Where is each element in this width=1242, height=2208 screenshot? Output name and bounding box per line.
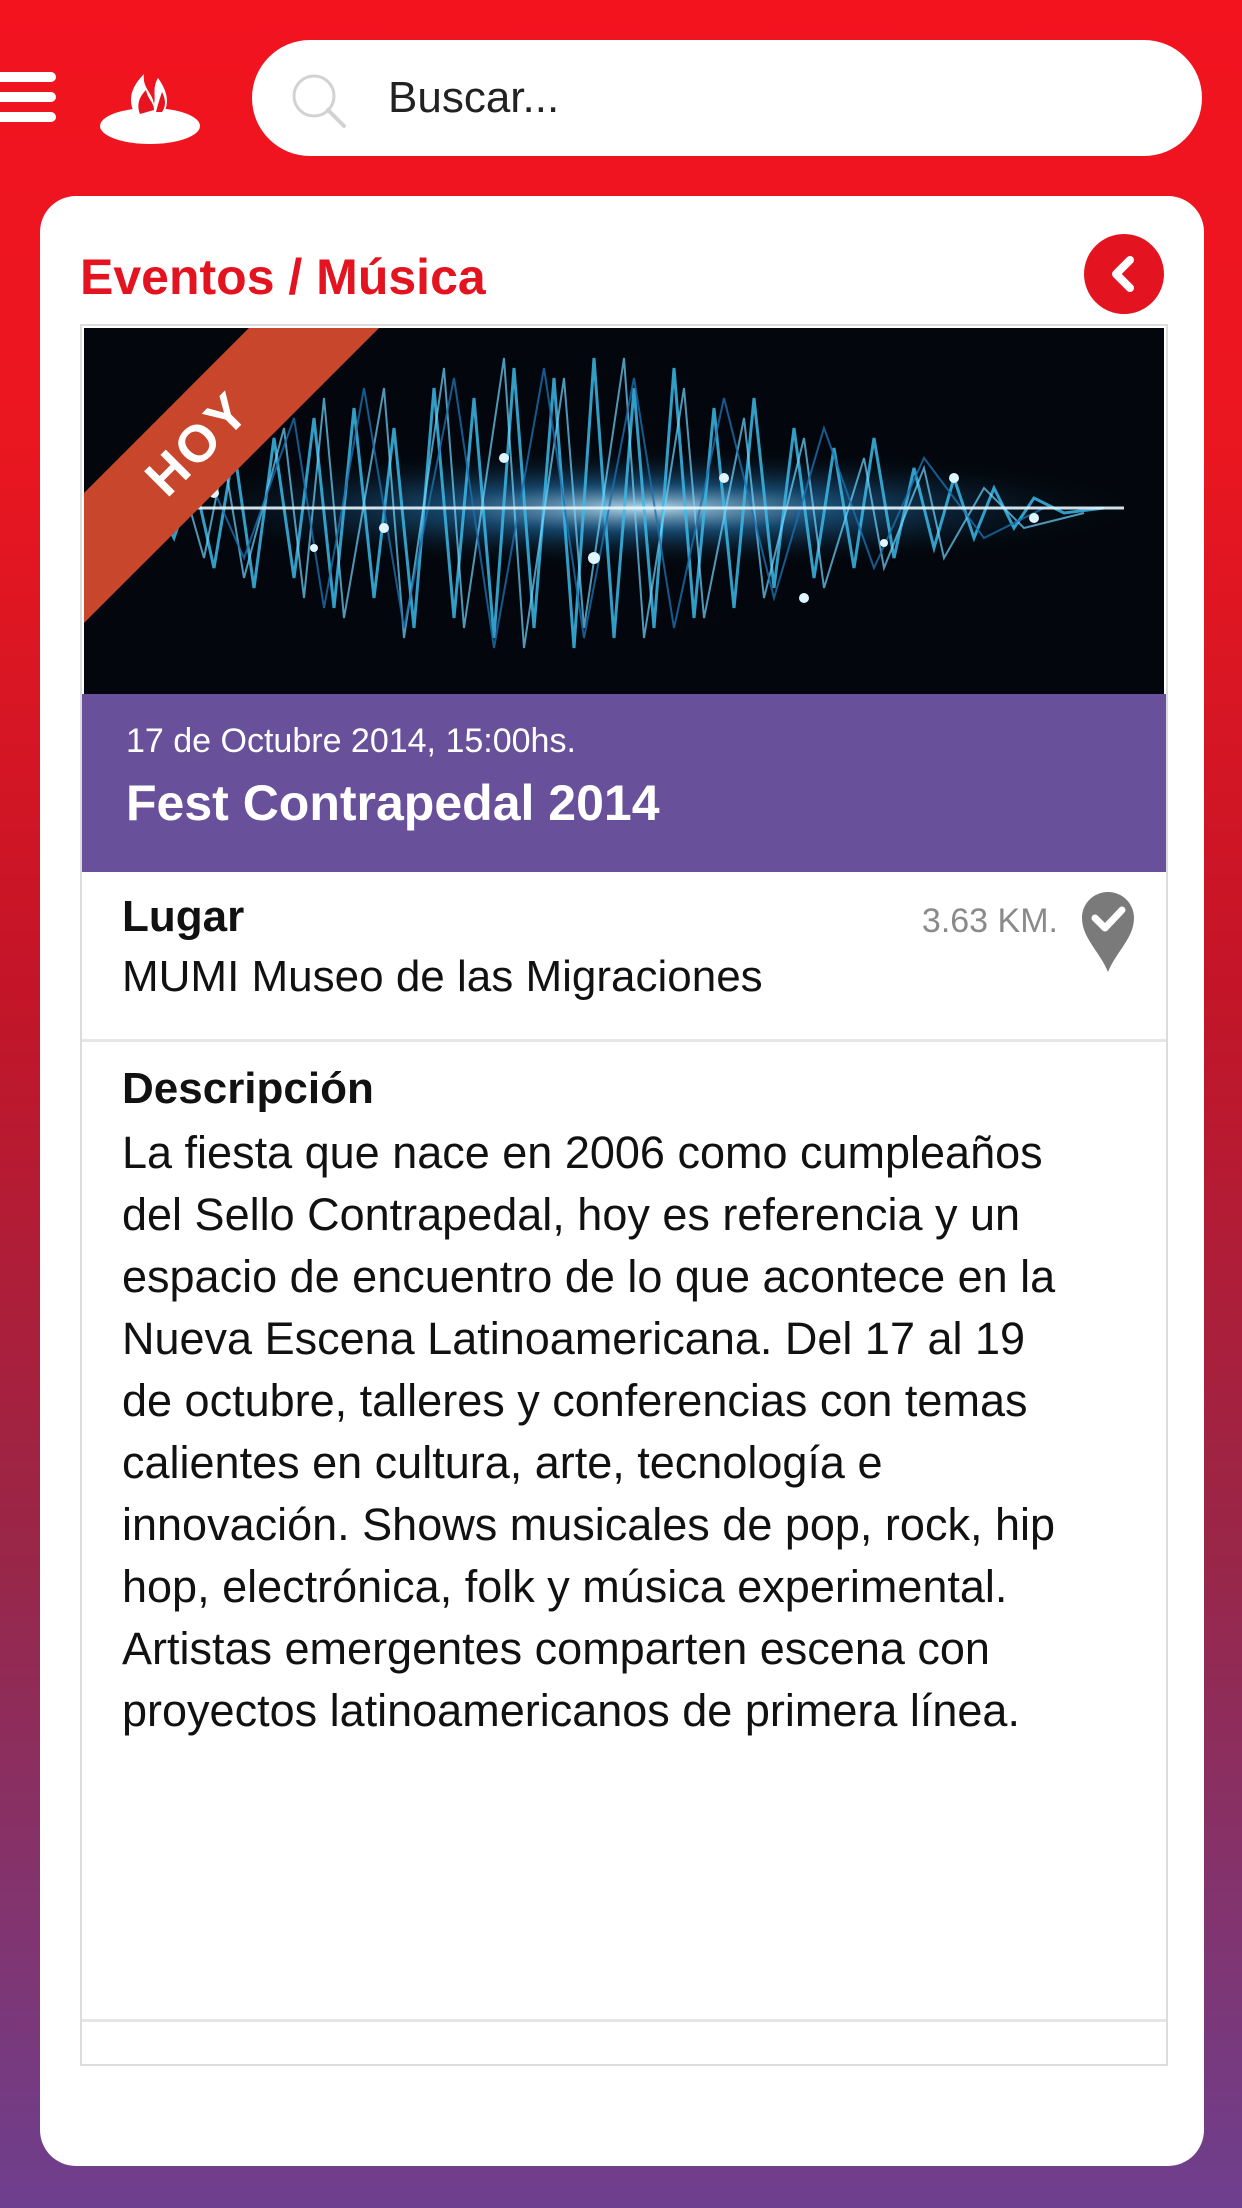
top-bar bbox=[0, 0, 1242, 190]
venue-label: Lugar bbox=[122, 892, 245, 941]
event-image: HOY bbox=[84, 328, 1164, 694]
card-header: Eventos / Música bbox=[80, 234, 1164, 322]
description-text: La fiesta que nace en 2006 como cumpleañ… bbox=[122, 1127, 1056, 1736]
breadcrumb: Eventos / Música bbox=[80, 249, 486, 305]
distance-text: 3.63 KM. bbox=[921, 902, 1058, 940]
search-input[interactable] bbox=[388, 60, 1148, 136]
description-section: Descripción La fiesta que nace en 2006 c… bbox=[82, 1042, 1166, 2022]
search-bar[interactable] bbox=[252, 40, 1202, 156]
back-chevron-icon bbox=[1112, 256, 1134, 292]
back-button[interactable] bbox=[1084, 234, 1164, 314]
event-detail: HOY 17 de Octubre 2014, 15:00hs. Fest Co… bbox=[80, 324, 1168, 2066]
event-header-band: 17 de Octubre 2014, 15:00hs. Fest Contra… bbox=[82, 694, 1166, 872]
event-title: Fest Contrapedal 2014 bbox=[126, 775, 660, 831]
menu-icon[interactable] bbox=[0, 72, 56, 122]
description-label: Descripción bbox=[122, 1064, 374, 1113]
venue-section: Lugar MUMI Museo de las Migraciones 3.63… bbox=[82, 872, 1166, 1042]
event-card: Eventos / Música HOY 17 de Octubre 2014,… bbox=[40, 196, 1204, 2166]
event-date: 17 de Octubre 2014, 15:00hs. bbox=[126, 722, 576, 760]
search-icon bbox=[292, 74, 346, 128]
santander-flame-logo[interactable] bbox=[96, 56, 204, 146]
venue-value: MUMI Museo de las Migraciones bbox=[122, 952, 763, 1001]
location-pin-check-icon[interactable] bbox=[1078, 890, 1138, 974]
